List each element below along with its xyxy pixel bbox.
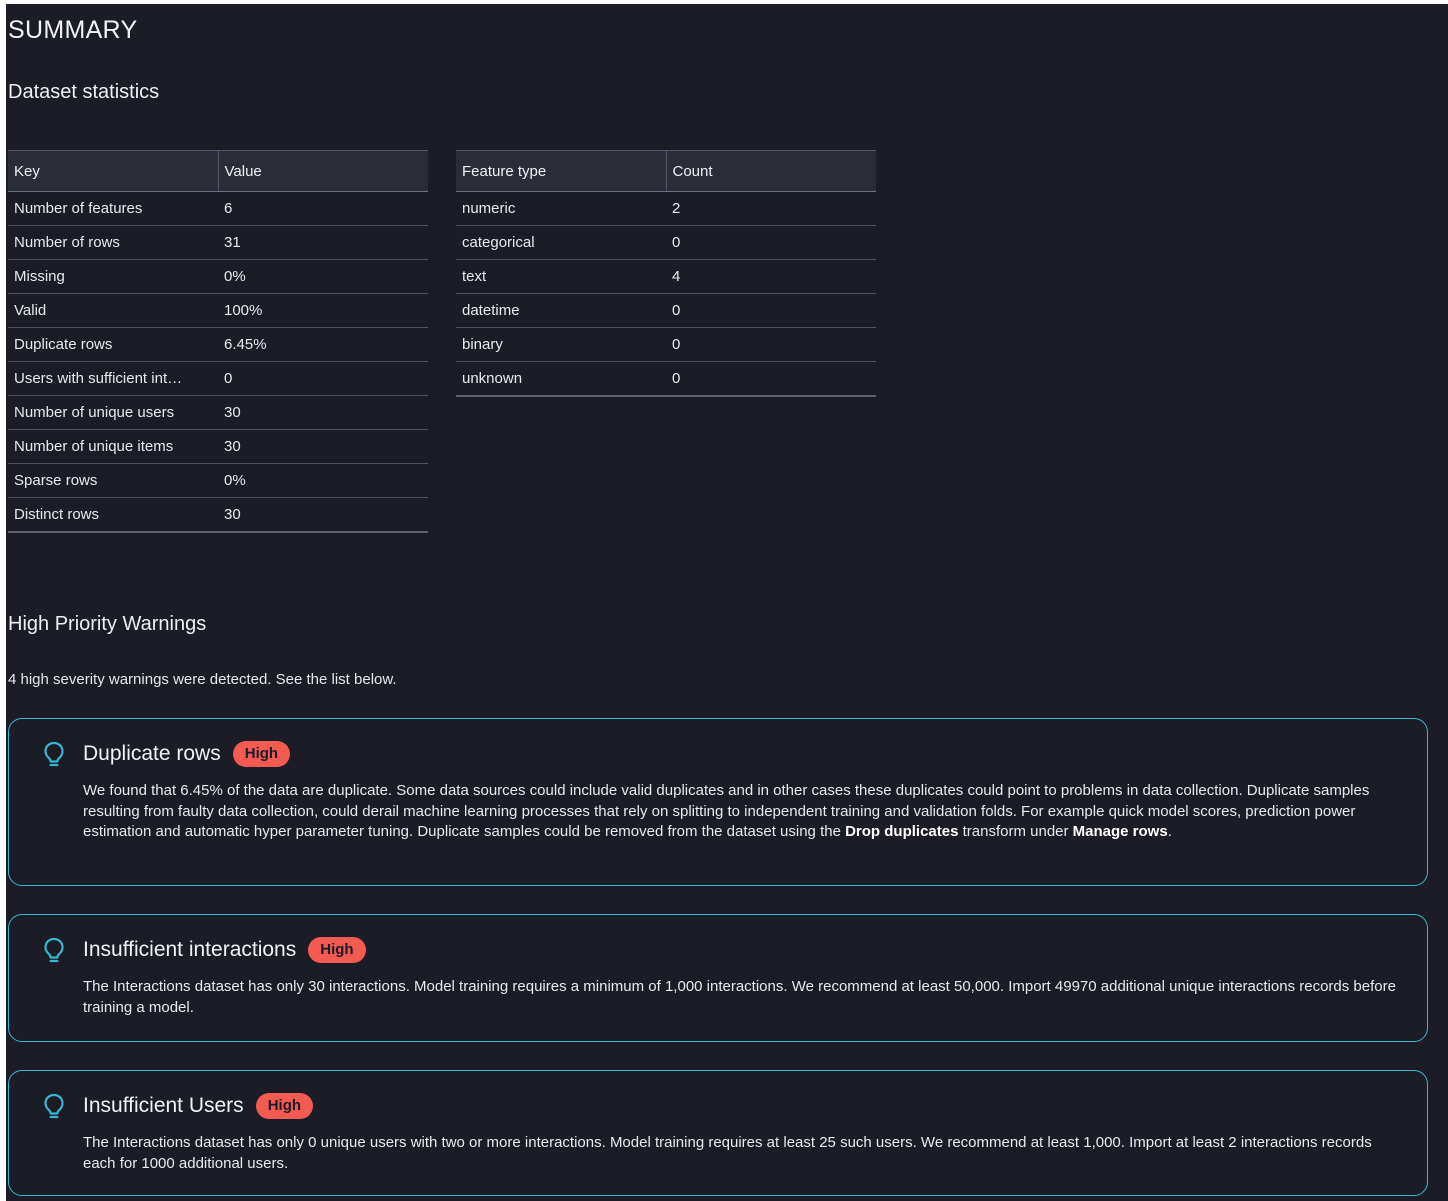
warning-description: We found that 6.45% of the data are dupl… bbox=[83, 781, 1403, 843]
row-count: 0 bbox=[666, 225, 876, 260]
warning-description: The Interactions dataset has only 0 uniq… bbox=[83, 1134, 1372, 1172]
warnings-summary-text: 4 high severity warnings were detected. … bbox=[8, 671, 397, 688]
lightbulb-icon bbox=[44, 1093, 64, 1119]
row-value: 0% bbox=[218, 259, 428, 294]
severity-badge: High bbox=[308, 937, 366, 963]
drop-duplicates-emphasis: Drop duplicates bbox=[845, 823, 959, 840]
table-row: Sparse rows 0% bbox=[8, 463, 428, 498]
warning-card-insufficient-users: Insufficient Users High The Interactions… bbox=[8, 1070, 1428, 1196]
column-header-key[interactable]: Key bbox=[8, 150, 218, 192]
warning-header: Insufficient Users High bbox=[83, 1093, 314, 1119]
table-row: numeric 2 bbox=[456, 191, 876, 226]
manage-rows-emphasis: Manage rows bbox=[1072, 823, 1168, 840]
column-header-value[interactable]: Value bbox=[217, 150, 428, 192]
row-count: 4 bbox=[666, 259, 876, 294]
row-value: 0% bbox=[218, 463, 428, 498]
table-row: Valid 100% bbox=[8, 293, 428, 328]
row-feature-type: categorical bbox=[456, 225, 666, 260]
row-feature-type: text bbox=[456, 259, 666, 294]
table-row: datetime 0 bbox=[456, 293, 876, 328]
high-priority-warnings-heading: High Priority Warnings bbox=[8, 613, 207, 635]
row-count: 0 bbox=[666, 293, 876, 328]
warning-title: Insufficient interactions bbox=[83, 938, 297, 961]
table-row: categorical 0 bbox=[456, 225, 876, 260]
row-value: 100% bbox=[218, 293, 428, 328]
warning-text: We found that 6.45% of the data are dupl… bbox=[83, 782, 1370, 840]
row-value: 6 bbox=[218, 191, 428, 226]
row-key: Number of rows bbox=[8, 225, 218, 260]
warning-title: Duplicate rows bbox=[83, 742, 221, 765]
column-header-count[interactable]: Count bbox=[665, 150, 876, 192]
warning-card-insufficient-interactions: Insufficient interactions High The Inter… bbox=[8, 914, 1428, 1042]
row-key: Duplicate rows bbox=[8, 327, 218, 362]
severity-badge: High bbox=[255, 1093, 314, 1119]
column-header-feature-type[interactable]: Feature type bbox=[456, 150, 666, 192]
warning-header: Duplicate rows High bbox=[83, 741, 291, 767]
row-count: 2 bbox=[666, 191, 876, 226]
row-key: Missing bbox=[8, 259, 218, 294]
row-value: 31 bbox=[218, 225, 428, 260]
table-row: Number of rows 31 bbox=[8, 225, 428, 260]
row-feature-type: unknown bbox=[456, 361, 666, 397]
table-row: Users with sufficient int… 0 bbox=[8, 361, 428, 396]
row-key: Number of unique users bbox=[8, 395, 218, 430]
row-feature-type: binary bbox=[456, 327, 666, 362]
warning-text: transform under bbox=[958, 823, 1073, 840]
row-value: 30 bbox=[218, 429, 428, 464]
row-value: 30 bbox=[218, 497, 428, 533]
key-value-table: Key Value Number of features 6 Number of … bbox=[8, 150, 428, 533]
row-key: Distinct rows bbox=[8, 497, 218, 533]
row-feature-type: numeric bbox=[456, 191, 666, 226]
table-header-row: Key Value bbox=[8, 150, 428, 192]
row-value: 0 bbox=[218, 361, 428, 396]
warning-description: The Interactions dataset has only 30 int… bbox=[83, 978, 1396, 1016]
top-border bbox=[0, 0, 1448, 4]
row-value: 30 bbox=[218, 395, 428, 430]
lightbulb-icon bbox=[44, 937, 64, 963]
warning-card-duplicate-rows: Duplicate rows High We found that 6.45% … bbox=[8, 718, 1428, 886]
row-key-truncated: Users with sufficient int… bbox=[8, 361, 218, 396]
row-key: Number of unique items bbox=[8, 429, 218, 464]
left-border bbox=[0, 0, 6, 1201]
summary-page: SUMMARY Dataset statistics Key Value Num… bbox=[0, 0, 1448, 1201]
table-row: Number of features 6 bbox=[8, 191, 428, 226]
row-value: 6.45% bbox=[218, 327, 428, 362]
severity-badge: High bbox=[232, 741, 291, 767]
feature-type-table: Feature type Count numeric 2 categorical 0… bbox=[456, 150, 876, 397]
row-key: Valid bbox=[8, 293, 218, 328]
table-row: Distinct rows 30 bbox=[8, 497, 428, 533]
warning-text: . bbox=[1167, 823, 1172, 840]
row-key: Number of features bbox=[8, 191, 218, 226]
warning-header: Insufficient interactions High bbox=[83, 937, 366, 963]
table-row: Missing 0% bbox=[8, 259, 428, 294]
row-count: 0 bbox=[666, 361, 876, 397]
row-feature-type: datetime bbox=[456, 293, 666, 328]
page-title: SUMMARY bbox=[8, 16, 138, 44]
table-row: Number of unique items 30 bbox=[8, 429, 428, 464]
table-header-row: Feature type Count bbox=[456, 150, 876, 192]
truncated-key-text: Users with sufficient int… bbox=[14, 370, 183, 388]
dataset-statistics-heading: Dataset statistics bbox=[8, 81, 160, 103]
row-key: Sparse rows bbox=[8, 463, 218, 498]
table-row: text 4 bbox=[456, 259, 876, 294]
warning-title: Insufficient Users bbox=[83, 1094, 244, 1117]
row-count: 0 bbox=[666, 327, 876, 362]
table-row: Number of unique users 30 bbox=[8, 395, 428, 430]
table-row: binary 0 bbox=[456, 327, 876, 362]
table-row: unknown 0 bbox=[456, 361, 876, 397]
lightbulb-icon bbox=[44, 741, 64, 767]
table-row: Duplicate rows 6.45% bbox=[8, 327, 428, 362]
